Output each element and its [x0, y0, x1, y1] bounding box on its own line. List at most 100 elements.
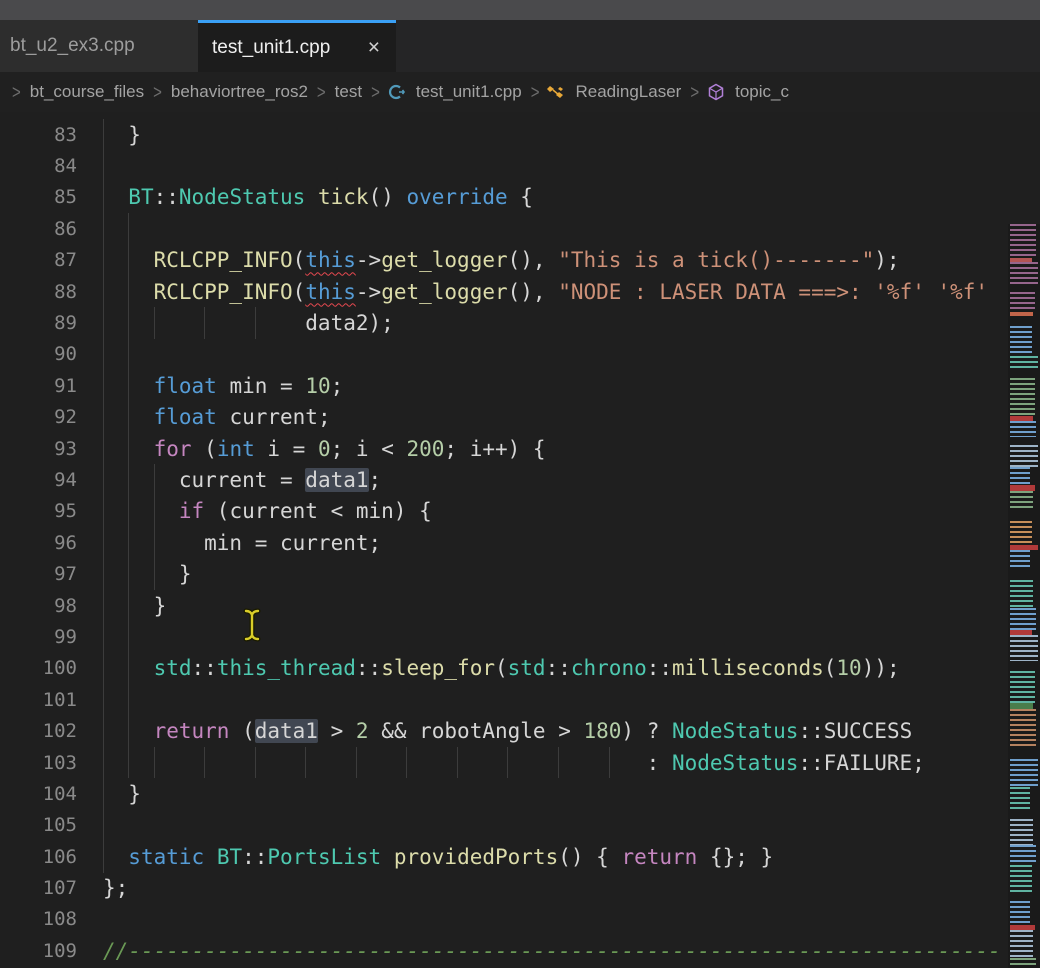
- code-line[interactable]: 85 BT::NodeStatus tick() override {: [0, 182, 1040, 213]
- code-text: current = data1;: [77, 468, 381, 492]
- line-number: 101: [0, 689, 77, 711]
- line-number: 96: [0, 532, 77, 554]
- chevron-right-icon: >: [317, 81, 326, 103]
- code-line[interactable]: 86: [0, 213, 1040, 244]
- minimap-band: [1010, 809, 1035, 819]
- code-line[interactable]: 87 RCLCPP_INFO(this->get_logger(), "This…: [0, 245, 1040, 276]
- line-number: 83: [0, 124, 77, 146]
- line-number: 92: [0, 406, 77, 428]
- line-number: 106: [0, 846, 77, 868]
- minimap-band: [1010, 224, 1036, 258]
- breadcrumb-item-topic[interactable]: topic_c: [735, 82, 789, 102]
- code-text: }: [77, 123, 141, 147]
- line-number: 99: [0, 626, 77, 648]
- line-number: 98: [0, 595, 77, 617]
- class-icon: [546, 82, 566, 102]
- line-number: 107: [0, 877, 77, 899]
- minimap-band: [1010, 608, 1036, 630]
- minimap[interactable]: [1008, 224, 1040, 968]
- minimap-band: [1010, 378, 1035, 416]
- code-line[interactable]: 95 if (current < min) {: [0, 496, 1040, 527]
- line-number: 87: [0, 249, 77, 271]
- minimap-band: [1010, 865, 1032, 893]
- code-line[interactable]: 104 }: [0, 778, 1040, 809]
- code-line[interactable]: 99: [0, 621, 1040, 652]
- minimap-band: [1010, 709, 1036, 747]
- code-line[interactable]: 96 min = current;: [0, 527, 1040, 558]
- code-text: for (int i = 0; i < 200; i++) {: [77, 437, 546, 461]
- code-line[interactable]: 107};: [0, 872, 1040, 903]
- code-line[interactable]: 89 data2);: [0, 307, 1040, 338]
- breadcrumb-item-readinglaser[interactable]: ReadingLaser: [575, 82, 681, 102]
- minimap-band: [1010, 747, 1032, 759]
- minimap-band: [1010, 671, 1035, 703]
- minimap-band: [1010, 292, 1035, 312]
- line-number: 89: [0, 312, 77, 334]
- code-text: }: [77, 594, 166, 618]
- minimap-band: [1010, 326, 1032, 356]
- breadcrumb-item-test-unit1-cpp[interactable]: test_unit1.cpp: [416, 82, 522, 102]
- chevron-right-icon: >: [12, 81, 21, 103]
- code-text: }: [77, 782, 141, 806]
- code-line[interactable]: 102 return (data1 > 2 && robotAngle > 18…: [0, 715, 1040, 746]
- breadcrumb-item-bt-course-files[interactable]: bt_course_files: [30, 82, 144, 102]
- code-line[interactable]: 93 for (int i = 0; i < 200; i++) {: [0, 433, 1040, 464]
- code-line[interactable]: 97 }: [0, 558, 1040, 589]
- code-line[interactable]: 83 }: [0, 119, 1040, 150]
- code-line[interactable]: 103 : NodeStatus::FAILURE;: [0, 747, 1040, 778]
- line-number: 86: [0, 218, 77, 240]
- breadcrumb-item-behaviortree-ros2[interactable]: behaviortree_ros2: [171, 82, 308, 102]
- code-line[interactable]: 108: [0, 904, 1040, 935]
- minimap-band: [1010, 262, 1038, 284]
- line-number: 95: [0, 500, 77, 522]
- code-text: std::this_thread::sleep_for(std::chrono:…: [77, 656, 900, 680]
- line-number: 105: [0, 814, 77, 836]
- code-line[interactable]: 101: [0, 684, 1040, 715]
- code-text: RCLCPP_INFO(this->get_logger(), "NODE : …: [77, 280, 988, 304]
- code-line[interactable]: 106 static BT::PortsList providedPorts()…: [0, 841, 1040, 872]
- vscode-window: bt_u2_ex3.cpp test_unit1.cpp × > bt_cour…: [0, 0, 1040, 968]
- minimap-band: [1010, 893, 1038, 901]
- code-line[interactable]: 94 current = data1;: [0, 464, 1040, 495]
- line-number: 103: [0, 752, 77, 774]
- line-number: 88: [0, 281, 77, 303]
- minimap-band: [1010, 437, 1032, 445]
- code-line[interactable]: 105: [0, 810, 1040, 841]
- code-line[interactable]: 91 float min = 10;: [0, 370, 1040, 401]
- code-text: RCLCPP_INFO(this->get_logger(), "This is…: [77, 248, 900, 272]
- code-area: 83 }8485 BT::NodeStatus tick() override …: [0, 119, 1040, 967]
- tab-bt-u2-ex3-cpp[interactable]: bt_u2_ex3.cpp: [0, 20, 198, 72]
- code-text: //--------------------------------------…: [77, 939, 1001, 963]
- tab-test-unit1-cpp[interactable]: test_unit1.cpp ×: [198, 20, 396, 72]
- code-editor[interactable]: 83 }8485 BT::NodeStatus tick() override …: [0, 112, 1040, 968]
- window-titlebar[interactable]: [0, 0, 1040, 20]
- code-text: float min = 10;: [77, 374, 343, 398]
- code-line[interactable]: 84: [0, 150, 1040, 181]
- minimap-band: [1010, 521, 1032, 545]
- code-line[interactable]: 98 }: [0, 590, 1040, 621]
- code-text: static BT::PortsList providedPorts() { r…: [77, 845, 773, 869]
- tab-label: bt_u2_ex3.cpp: [10, 35, 135, 57]
- code-line[interactable]: 109//-----------------------------------…: [0, 935, 1040, 966]
- line-number: 85: [0, 186, 77, 208]
- minimap-band: [1010, 550, 1030, 568]
- code-text: float current;: [77, 405, 331, 429]
- code-line[interactable]: 100 std::this_thread::sleep_for(std::chr…: [0, 653, 1040, 684]
- chevron-right-icon: >: [690, 81, 699, 103]
- minimap-band: [1010, 316, 1036, 326]
- close-icon[interactable]: ×: [368, 36, 380, 60]
- minimap-band: [1010, 787, 1030, 809]
- minimap-band: [1010, 356, 1038, 368]
- code-line[interactable]: 92 float current;: [0, 402, 1040, 433]
- minimap-band: [1010, 930, 1033, 958]
- method-icon: [706, 82, 726, 102]
- breadcrumb-item-test[interactable]: test: [335, 82, 362, 102]
- minimap-band: [1010, 467, 1030, 485]
- editor-tab-bar: bt_u2_ex3.cpp test_unit1.cpp ×: [0, 20, 1040, 72]
- minimap-band: [1010, 368, 1030, 378]
- code-line[interactable]: 88 RCLCPP_INFO(this->get_logger(), "NODE…: [0, 276, 1040, 307]
- code-line[interactable]: 90: [0, 339, 1040, 370]
- minimap-band: [1010, 759, 1038, 787]
- code-text: }: [77, 562, 192, 586]
- line-number: 104: [0, 783, 77, 805]
